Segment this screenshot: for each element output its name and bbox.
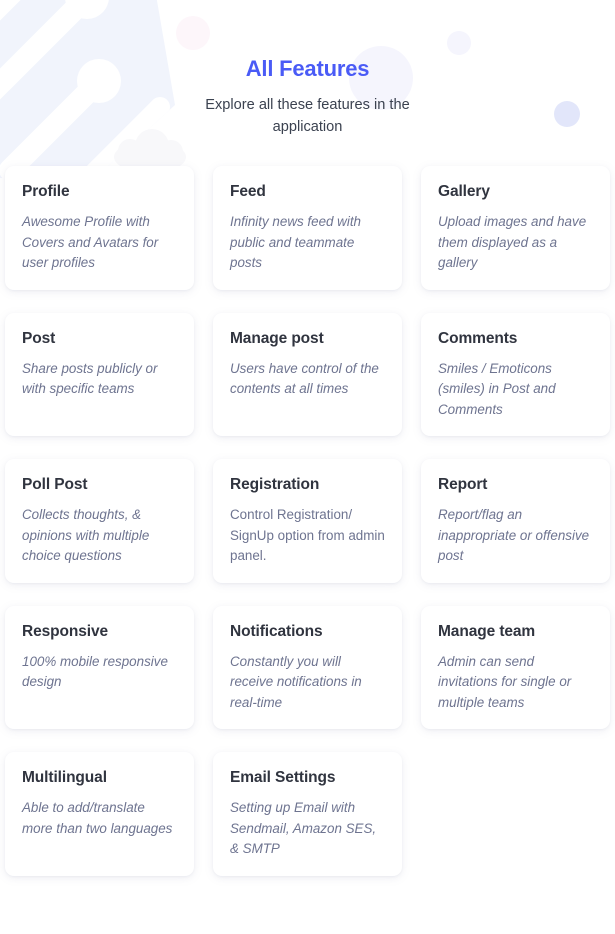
feature-card-title: Responsive <box>22 622 109 640</box>
feature-card[interactable]: Responsive 100% mobile responsive design <box>5 605 194 729</box>
feature-card-title: Profile <box>22 183 70 200</box>
feature-card-description: Awesome Profile with Covers and Avatars … <box>22 214 159 270</box>
feature-card[interactable]: Multilingual Able to add/translate more t… <box>5 752 194 876</box>
features-grid: Profile Awesome Profile with Covers and A… <box>0 166 615 876</box>
feature-card-description: Able to add/translate more than two lang… <box>22 800 173 836</box>
feature-card[interactable]: Notifications Constantly you will receive… <box>213 605 402 729</box>
feature-card-title: Post <box>22 329 56 347</box>
feature-card-title: Comments <box>438 329 518 347</box>
feature-card-description: Collects thoughts, & opinions with multi… <box>22 507 150 563</box>
feature-card-title: Gallery <box>438 183 490 200</box>
page-title: All Features <box>245 56 370 81</box>
feature-card-description: Setting up Email with Sendmail, Amazon S… <box>230 800 377 856</box>
feature-card-title: Email Settings <box>230 769 336 786</box>
feature-card-description: 100% mobile responsive design <box>22 653 168 690</box>
feature-card[interactable]: Registration Control Registration/ SignUp… <box>213 459 402 583</box>
feature-card-title: Feed <box>230 183 266 200</box>
feature-card-title: Registration <box>230 476 320 493</box>
feature-card[interactable]: Gallery Upload images and have them displ… <box>421 166 610 290</box>
feature-card-placeholder <box>421 752 610 876</box>
feature-card-description: Control Registration/ SignUp option from… <box>230 507 385 563</box>
feature-card[interactable]: Comments Smiles / Emoticons (smiles) in P… <box>421 312 610 436</box>
feature-card-description: Smiles / Emoticons (smiles) in Post and … <box>438 360 556 417</box>
page-header: All Features Explore all these features … <box>0 0 615 138</box>
feature-card-description: Infinity news feed with public and teamm… <box>230 214 361 270</box>
feature-card[interactable]: Manage team Admin can send invitations fo… <box>421 605 610 729</box>
feature-card-description: Share posts publicly or with specific te… <box>22 360 158 397</box>
feature-card-description: Users have control of the contents at al… <box>230 360 379 397</box>
feature-card-title: Notifications <box>230 622 323 640</box>
page-subtitle: Explore all these features in the applic… <box>205 97 410 135</box>
feature-card[interactable]: Feed Infinity news feed with public and t… <box>213 166 402 290</box>
feature-card-title: Poll Post <box>22 476 88 493</box>
feature-card-description: Constantly you will receive notification… <box>230 653 362 710</box>
feature-card[interactable]: Manage post Users have control of the con… <box>213 312 402 436</box>
feature-card[interactable]: Poll Post Collects thoughts, & opinions w… <box>5 459 194 583</box>
feature-card-description: Report/flag an inappropriate or offensiv… <box>438 507 590 563</box>
feature-card-title: Report <box>438 476 488 493</box>
feature-card-title: Manage team <box>438 622 536 640</box>
feature-card[interactable]: Report Report/flag an inappropriate or of… <box>421 459 610 583</box>
feature-card-title: Manage post <box>230 329 324 347</box>
feature-card[interactable]: Profile Awesome Profile with Covers and A… <box>5 166 194 290</box>
feature-card[interactable]: Email Settings Setting up Email with Send… <box>213 752 402 876</box>
feature-card-description: Upload images and have them displayed as… <box>438 214 587 270</box>
feature-card-title: Multilingual <box>22 769 107 786</box>
feature-card-description: Admin can send invitations for single or… <box>438 653 572 710</box>
feature-card[interactable]: Post Share posts publicly or with specifi… <box>5 312 194 436</box>
